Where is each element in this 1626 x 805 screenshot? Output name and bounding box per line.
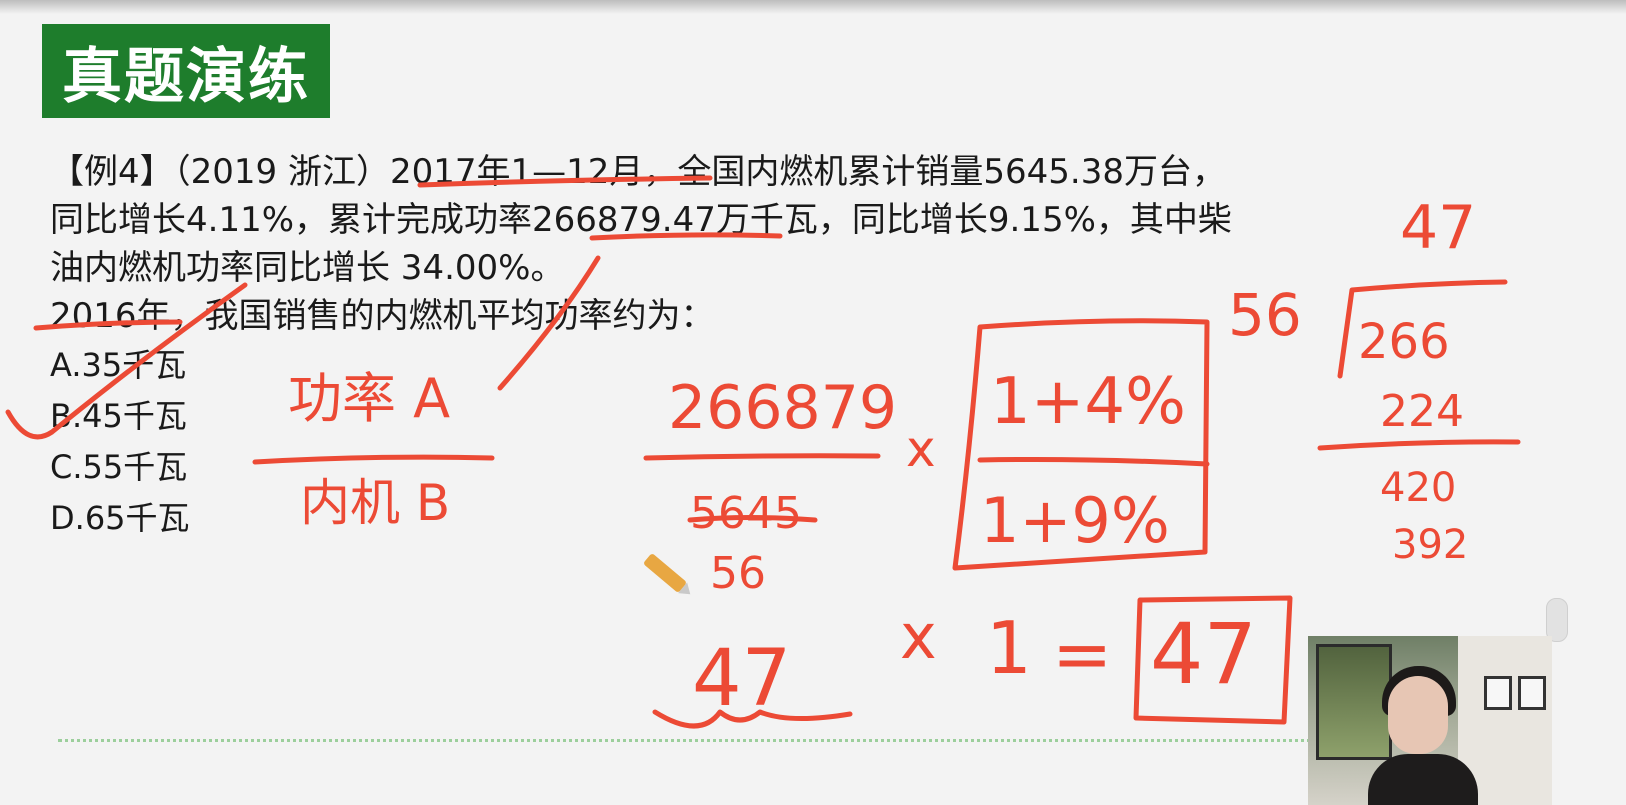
denominator: 56 [710,548,766,599]
division-quotient: 47 [1400,193,1477,263]
webcam-wall-frame [1518,676,1546,710]
underline-2016 [33,319,183,331]
check-mark [5,282,248,440]
division-remainder: 420 [1380,465,1457,511]
webcam-wall-frame [1484,676,1512,710]
webcam-feed [1308,636,1552,805]
division-sub-bar [1317,439,1521,451]
denominator-struck: 5645 [690,488,802,539]
underline-2017 [417,175,713,188]
note-power-a: 功率 A [288,367,451,430]
factor-one: 1 [986,606,1032,690]
underline-266879 [589,232,783,241]
note-engine-b: 内机 B [300,474,451,532]
fraction-bar [643,453,881,461]
webcam-background-window [1316,644,1392,760]
note-underline [252,454,495,465]
multiply-sign-2: x [900,600,937,673]
numerator: 266879 [668,373,898,443]
webcam-presenter-body [1368,754,1478,805]
approx-result: 47 [692,634,792,724]
equals-sign: = [1052,612,1113,696]
division-dividend: 266 [1358,314,1450,370]
boxed-result: 47 [1150,605,1257,703]
growth-numerator: 1+4% [990,365,1186,439]
multiply-sign-1: x [906,420,936,478]
side-note-56: 56 [1228,281,1302,349]
growth-fraction-bar [977,457,1210,467]
division-subtrahend-2: 392 [1392,522,1469,568]
growth-denominator: 1+9% [980,484,1170,557]
division-subtrahend-1: 224 [1380,386,1464,437]
slash-mark [497,255,601,391]
webcam-presenter-face [1388,676,1448,754]
